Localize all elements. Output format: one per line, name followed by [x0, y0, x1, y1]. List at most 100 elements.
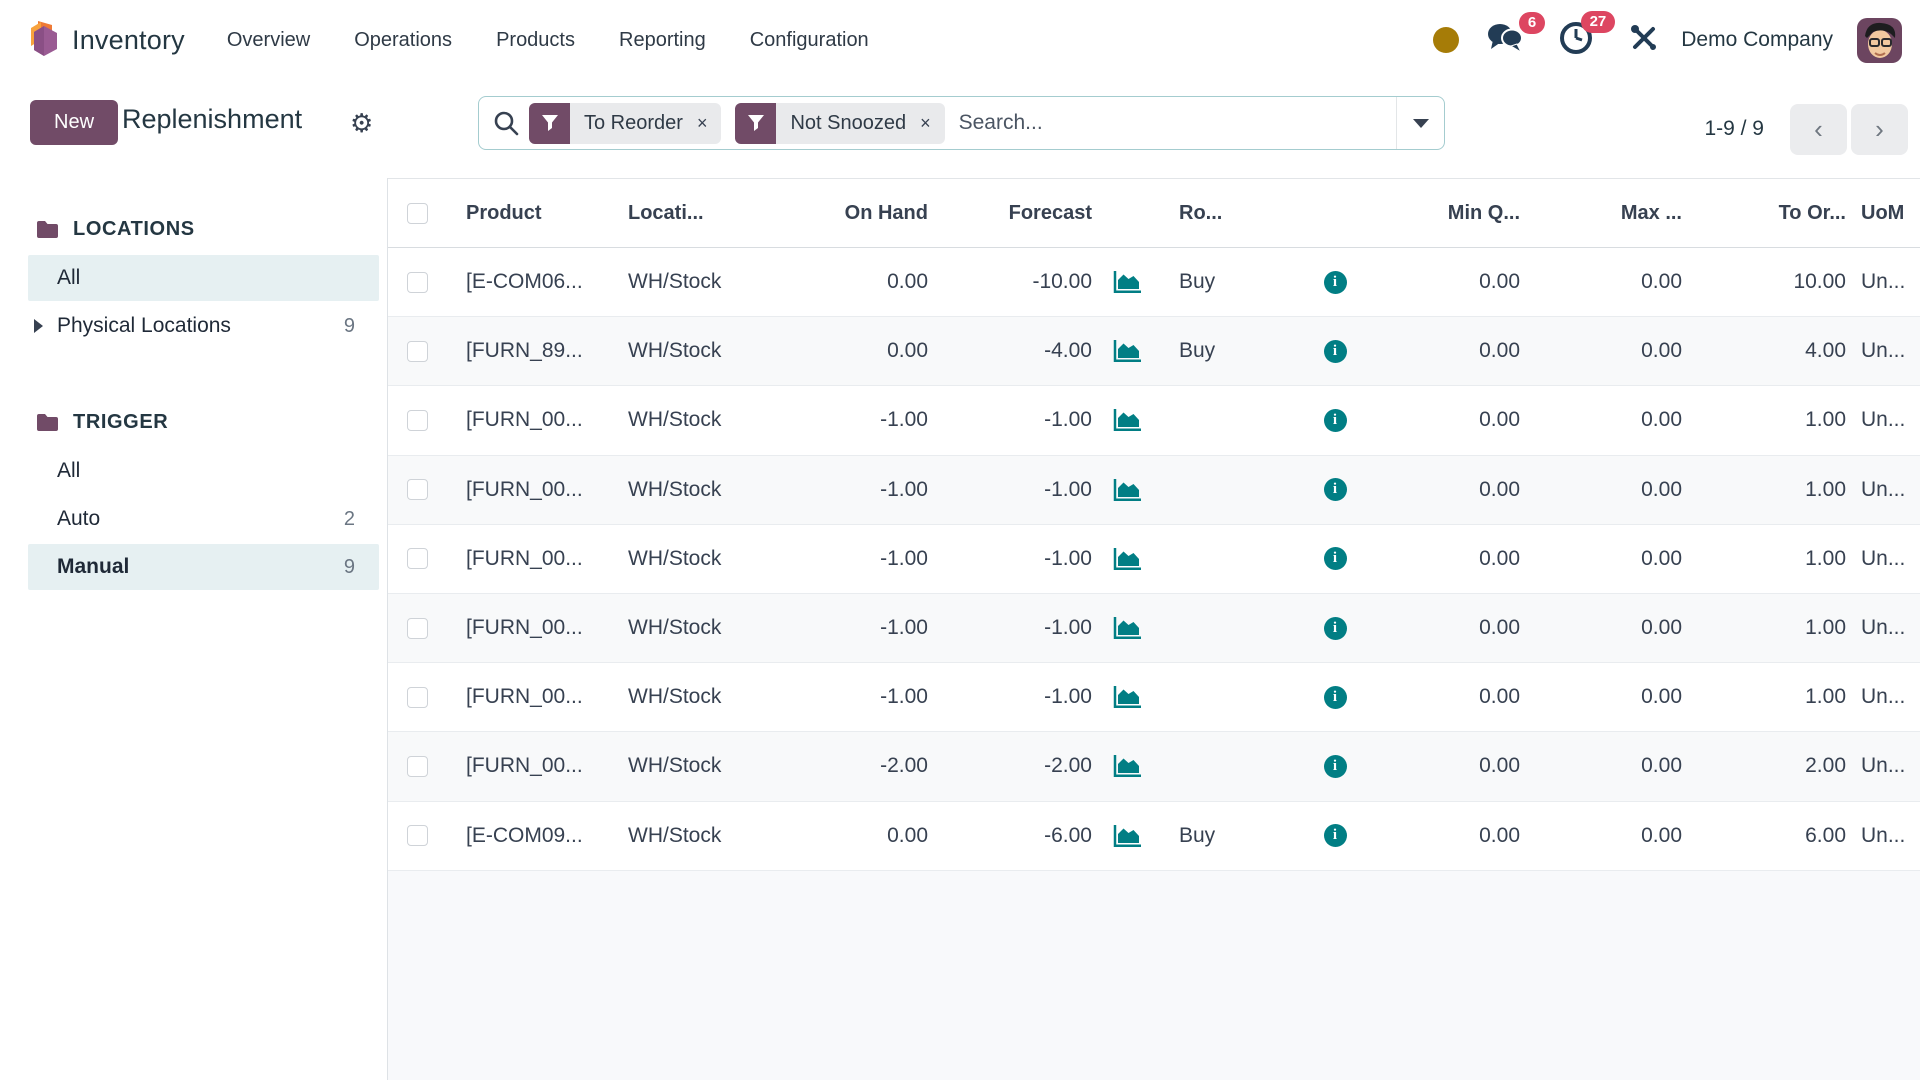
on-hand-cell[interactable]: 0.00: [770, 270, 930, 294]
product-cell[interactable]: [FURN_00...: [446, 478, 618, 502]
row-checkbox[interactable]: [388, 479, 446, 500]
on-hand-cell[interactable]: -1.00: [770, 685, 930, 709]
forecast-chart-icon[interactable]: [1094, 270, 1160, 294]
to-order-cell[interactable]: 6.00: [1684, 824, 1848, 848]
to-order-cell[interactable]: 1.00: [1684, 685, 1848, 709]
min-qty-cell[interactable]: 0.00: [1380, 408, 1522, 432]
to-order-cell[interactable]: 1.00: [1684, 408, 1848, 432]
min-qty-cell[interactable]: 0.00: [1380, 616, 1522, 640]
header-product[interactable]: Product: [446, 202, 618, 225]
max-qty-cell[interactable]: 0.00: [1522, 270, 1684, 294]
uom-cell[interactable]: Un...: [1848, 616, 1920, 640]
on-hand-cell[interactable]: -1.00: [770, 408, 930, 432]
min-qty-cell[interactable]: 0.00: [1380, 478, 1522, 502]
location-cell[interactable]: WH/Stock: [618, 339, 770, 363]
messages-button[interactable]: 6: [1487, 22, 1523, 59]
info-icon[interactable]: i: [1324, 340, 1347, 363]
row-checkbox[interactable]: [388, 272, 446, 293]
location-cell[interactable]: WH/Stock: [618, 616, 770, 640]
max-qty-cell[interactable]: 0.00: [1522, 616, 1684, 640]
on-hand-cell[interactable]: 0.00: [770, 339, 930, 363]
header-forecast[interactable]: Forecast: [930, 202, 1094, 225]
max-qty-cell[interactable]: 0.00: [1522, 478, 1684, 502]
header-to-order[interactable]: To Or...: [1684, 202, 1848, 225]
sidebar-item-trigger-auto[interactable]: Auto 2: [28, 496, 379, 542]
location-cell[interactable]: WH/Stock: [618, 270, 770, 294]
info-icon[interactable]: i: [1324, 617, 1347, 640]
product-cell[interactable]: [FURN_00...: [446, 547, 618, 571]
forecast-cell[interactable]: -1.00: [930, 547, 1094, 571]
company-name[interactable]: Demo Company: [1681, 28, 1833, 52]
row-checkbox[interactable]: [388, 825, 446, 846]
on-hand-cell[interactable]: -1.00: [770, 616, 930, 640]
header-route[interactable]: Ro...: [1160, 202, 1290, 225]
facet-remove-icon[interactable]: ×: [697, 113, 708, 134]
product-cell[interactable]: [FURN_00...: [446, 685, 618, 709]
forecast-cell[interactable]: -2.00: [930, 754, 1094, 778]
uom-cell[interactable]: Un...: [1848, 824, 1920, 848]
uom-cell[interactable]: Un...: [1848, 685, 1920, 709]
forecast-cell[interactable]: -1.00: [930, 616, 1094, 640]
forecast-cell[interactable]: -1.00: [930, 408, 1094, 432]
row-checkbox[interactable]: [388, 687, 446, 708]
route-cell[interactable]: Buy: [1160, 270, 1290, 294]
to-order-cell[interactable]: 2.00: [1684, 754, 1848, 778]
to-order-cell[interactable]: 10.00: [1684, 270, 1848, 294]
min-qty-cell[interactable]: 0.00: [1380, 685, 1522, 709]
header-on-hand[interactable]: On Hand: [770, 202, 930, 225]
row-checkbox[interactable]: [388, 548, 446, 569]
forecast-cell[interactable]: -4.00: [930, 339, 1094, 363]
pager-range[interactable]: 1-9 / 9: [1704, 117, 1764, 141]
forecast-cell[interactable]: -1.00: [930, 478, 1094, 502]
search-bar[interactable]: To Reorder × Not Snoozed × Search...: [478, 96, 1445, 150]
facet-remove-icon[interactable]: ×: [920, 113, 931, 134]
search-input[interactable]: Search...: [959, 111, 1396, 135]
to-order-cell[interactable]: 1.00: [1684, 478, 1848, 502]
max-qty-cell[interactable]: 0.00: [1522, 824, 1684, 848]
max-qty-cell[interactable]: 0.00: [1522, 547, 1684, 571]
menu-products[interactable]: Products: [496, 29, 575, 52]
product-cell[interactable]: [E-COM06...: [446, 270, 618, 294]
min-qty-cell[interactable]: 0.00: [1380, 754, 1522, 778]
status-dot-icon[interactable]: [1433, 27, 1459, 53]
new-button[interactable]: New: [30, 100, 118, 145]
max-qty-cell[interactable]: 0.00: [1522, 685, 1684, 709]
uom-cell[interactable]: Un...: [1848, 408, 1920, 432]
location-cell[interactable]: WH/Stock: [618, 824, 770, 848]
sidebar-item-trigger-all[interactable]: All: [28, 448, 379, 494]
max-qty-cell[interactable]: 0.00: [1522, 339, 1684, 363]
menu-operations[interactable]: Operations: [354, 29, 452, 52]
header-location[interactable]: Locati...: [618, 202, 770, 225]
menu-overview[interactable]: Overview: [227, 29, 310, 52]
max-qty-cell[interactable]: 0.00: [1522, 408, 1684, 432]
location-cell[interactable]: WH/Stock: [618, 547, 770, 571]
user-avatar[interactable]: [1857, 18, 1902, 63]
forecast-cell[interactable]: -1.00: [930, 685, 1094, 709]
product-cell[interactable]: [FURN_89...: [446, 339, 618, 363]
uom-cell[interactable]: Un...: [1848, 339, 1920, 363]
info-icon[interactable]: i: [1324, 547, 1347, 570]
sidebar-item-locations-all[interactable]: All: [28, 255, 379, 301]
product-cell[interactable]: [FURN_00...: [446, 408, 618, 432]
forecast-chart-icon[interactable]: [1094, 478, 1160, 502]
info-icon[interactable]: i: [1324, 478, 1347, 501]
forecast-chart-icon[interactable]: [1094, 547, 1160, 571]
sidebar-item-trigger-manual[interactable]: Manual 9: [28, 544, 379, 590]
location-cell[interactable]: WH/Stock: [618, 478, 770, 502]
search-dropdown-toggle[interactable]: [1396, 97, 1444, 149]
debug-tools-button[interactable]: [1629, 23, 1659, 58]
select-all-checkbox[interactable]: [388, 203, 446, 224]
row-checkbox[interactable]: [388, 410, 446, 431]
to-order-cell[interactable]: 4.00: [1684, 339, 1848, 363]
max-qty-cell[interactable]: 0.00: [1522, 754, 1684, 778]
gear-icon[interactable]: ⚙: [350, 108, 373, 139]
forecast-chart-icon[interactable]: [1094, 824, 1160, 848]
location-cell[interactable]: WH/Stock: [618, 754, 770, 778]
header-uom[interactable]: UoM: [1848, 202, 1920, 225]
on-hand-cell[interactable]: -1.00: [770, 478, 930, 502]
forecast-chart-icon[interactable]: [1094, 685, 1160, 709]
pager-previous-button[interactable]: ‹: [1790, 104, 1847, 155]
on-hand-cell[interactable]: -1.00: [770, 547, 930, 571]
to-order-cell[interactable]: 1.00: [1684, 616, 1848, 640]
uom-cell[interactable]: Un...: [1848, 547, 1920, 571]
